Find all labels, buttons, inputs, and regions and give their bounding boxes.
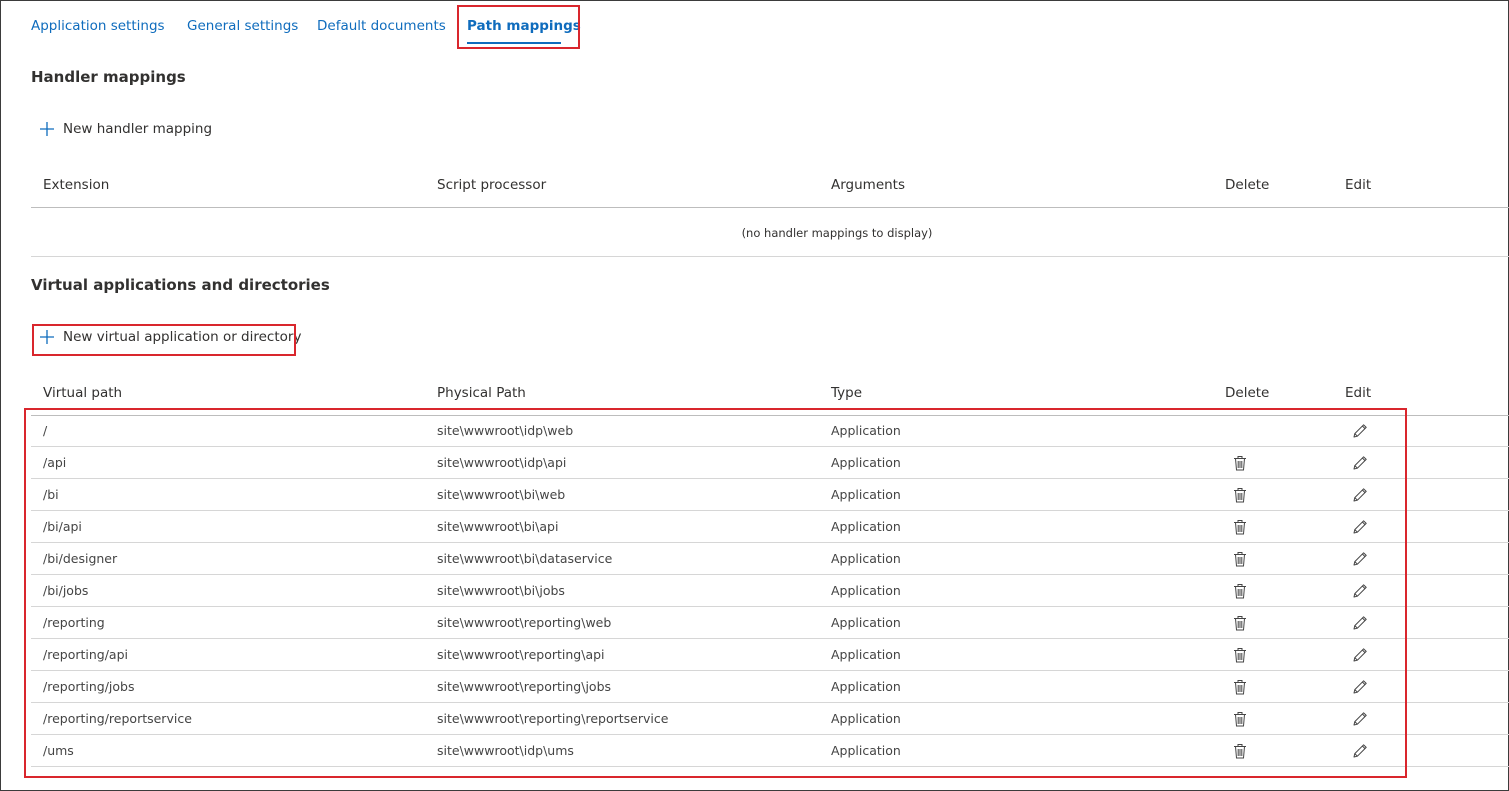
col-extension: Extension [43, 177, 110, 193]
path-mappings-panel: Application settings General settings De… [0, 0, 1509, 791]
handler-mappings-title: Handler mappings [31, 68, 186, 86]
plus-icon [40, 122, 54, 136]
new-handler-mapping-button[interactable]: New handler mapping [39, 119, 212, 139]
col-edit: Edit [1345, 177, 1372, 193]
new-handler-mapping-label: New handler mapping [63, 121, 213, 137]
col-delete: Delete [1225, 385, 1270, 401]
col-edit: Edit [1345, 385, 1372, 401]
col-script-processor: Script processor [437, 177, 547, 193]
col-delete: Delete [1225, 177, 1270, 193]
col-type: Type [831, 385, 863, 401]
virtual-apps-title: Virtual applications and directories [31, 276, 330, 294]
col-arguments: Arguments [831, 177, 906, 193]
tab-general-settings[interactable]: General settings [187, 18, 298, 34]
col-virtual-path: Virtual path [43, 385, 123, 401]
table-highlight-box [24, 408, 1407, 778]
col-physical-path: Physical Path [437, 385, 526, 401]
handler-empty-message: (no handler mappings to display) [741, 226, 933, 240]
handler-bottom-divider [31, 256, 1509, 257]
tab-application-settings[interactable]: Application settings [31, 18, 165, 34]
tab-highlight-box [457, 5, 580, 49]
new-virtual-app-highlight-box [32, 324, 296, 356]
handler-header-divider [31, 207, 1509, 208]
tab-default-documents[interactable]: Default documents [317, 18, 446, 34]
